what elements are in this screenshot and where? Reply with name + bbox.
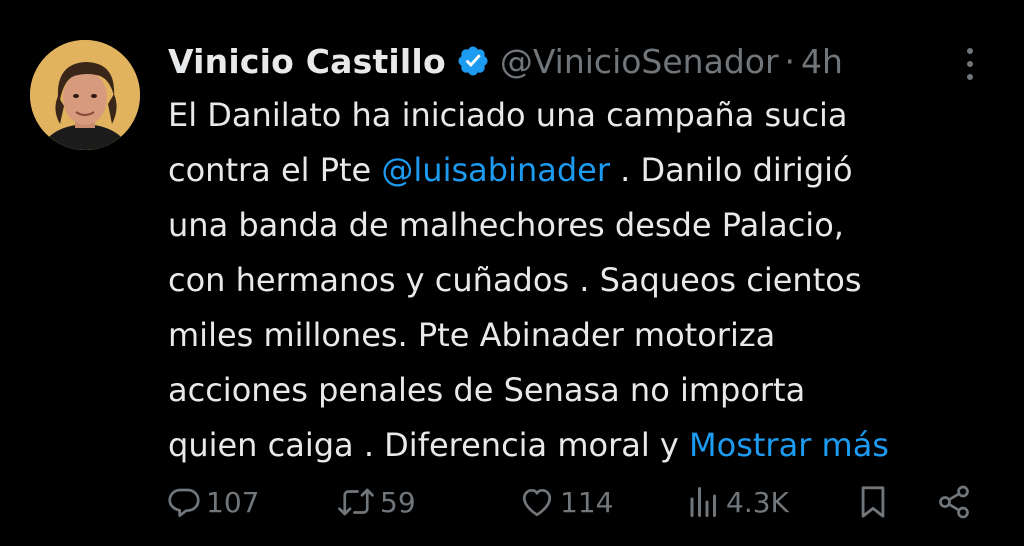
- reply-icon: [168, 488, 200, 517]
- views-button[interactable]: 4.3K: [686, 478, 789, 526]
- tweet-line: con hermanos y cuñados . Saqueos cientos: [168, 261, 862, 299]
- views-count: 4.3K: [726, 485, 789, 519]
- avatar-photo: [30, 40, 140, 150]
- more-vertical-icon[interactable]: [958, 44, 982, 84]
- verified-badge-icon[interactable]: [456, 44, 490, 78]
- show-more-link[interactable]: Mostrar más: [689, 426, 889, 464]
- tweet-line: miles millones. Pte Abinader motoriza: [168, 316, 776, 354]
- share-button[interactable]: [936, 478, 972, 526]
- tweet-line: quien caiga . Diferencia moral y Mostrar…: [168, 418, 998, 473]
- author-name[interactable]: Vinicio Castillo: [168, 42, 446, 81]
- tweet-line: acciones penales de Senasa no importa: [168, 371, 806, 409]
- action-bar: 107 59 114 4.3K: [166, 478, 986, 526]
- tweet-text: El Danilato ha iniciado una campaña suci…: [168, 88, 998, 473]
- repost-count: 59: [380, 485, 416, 519]
- reply-count: 107: [206, 485, 260, 519]
- share-icon: [939, 485, 969, 519]
- tweet-line: una banda de malhechores desde Palacio,: [168, 206, 844, 244]
- like-button[interactable]: 114: [518, 478, 613, 526]
- tweet-text-segment: quien caiga . Diferencia moral y: [168, 426, 690, 464]
- author-handle[interactable]: @VinicioSenador: [500, 42, 779, 81]
- tweet-text-segment: . Danilo dirigió: [609, 151, 853, 189]
- separator-dot: ·: [784, 41, 796, 81]
- bookmark-button[interactable]: [856, 478, 890, 526]
- avatar[interactable]: [30, 40, 140, 150]
- mention-link[interactable]: @luisabinader: [381, 151, 610, 189]
- heart-icon: [522, 488, 552, 517]
- repost-button[interactable]: 59: [336, 478, 416, 526]
- bookmark-icon: [861, 486, 885, 518]
- tweet[interactable]: Vinicio Castillo @VinicioSenador · 4h El…: [0, 0, 1024, 546]
- tweet-header: Vinicio Castillo @VinicioSenador · 4h: [168, 38, 843, 84]
- tweet-text-segment: contra el Pte: [168, 151, 382, 189]
- repost-icon: [338, 488, 374, 516]
- views-icon: [690, 487, 716, 517]
- tweet-line: El Danilato ha iniciado una campaña suci…: [168, 96, 848, 134]
- like-count: 114: [560, 485, 614, 519]
- timestamp[interactable]: 4h: [801, 42, 843, 81]
- tweet-line: contra el Pte @luisabinader . Danilo dir…: [168, 143, 998, 198]
- reply-button[interactable]: 107: [166, 478, 259, 526]
